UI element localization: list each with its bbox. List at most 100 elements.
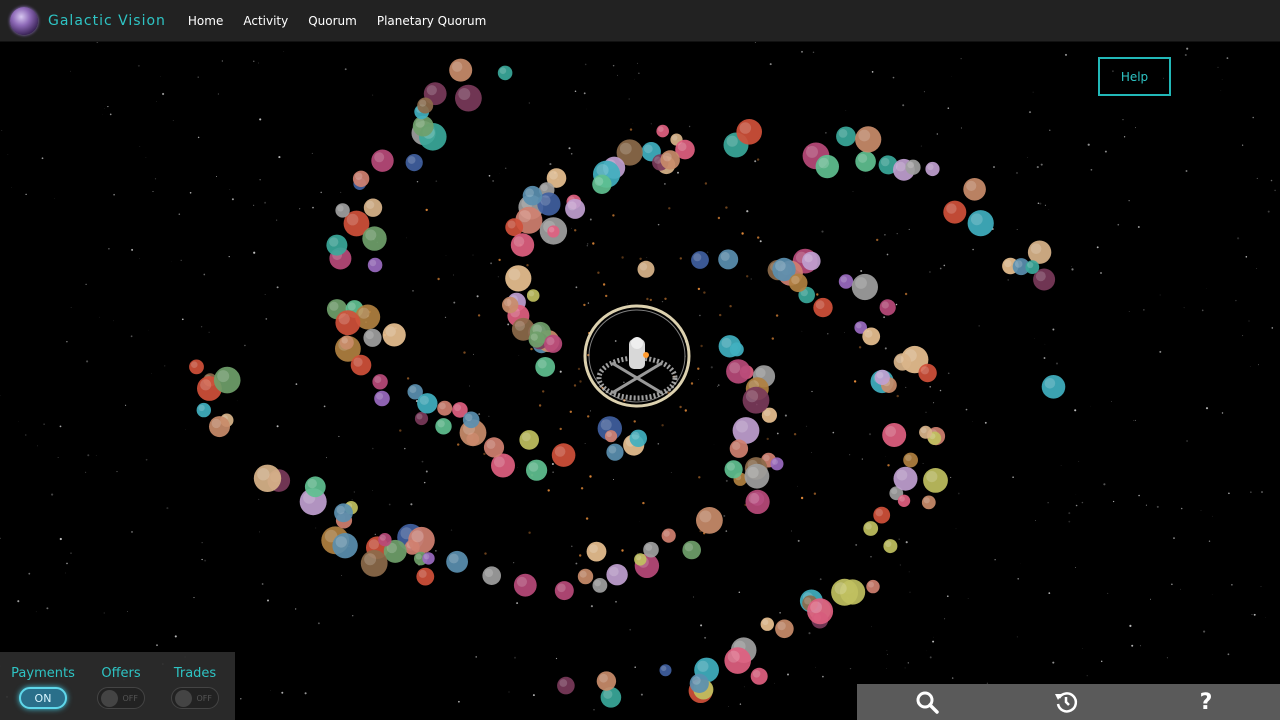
- nav-link-home[interactable]: Home: [188, 14, 223, 28]
- star: [1075, 504, 1078, 507]
- dust-particle: [766, 437, 769, 441]
- planet-highlight: [329, 237, 339, 247]
- star: [59, 537, 62, 541]
- star: [468, 385, 470, 387]
- planet-highlight: [448, 553, 459, 564]
- planet-highlight: [549, 170, 558, 180]
- planet-highlight: [875, 508, 883, 517]
- star: [130, 335, 133, 338]
- star: [1034, 519, 1036, 521]
- planet-highlight: [838, 129, 848, 138]
- payments-toggle[interactable]: ON: [19, 687, 67, 709]
- star: [1203, 630, 1206, 633]
- star: [759, 240, 762, 243]
- search-button[interactable]: [909, 688, 945, 716]
- dust-particle: [664, 297, 667, 300]
- star: [435, 550, 437, 552]
- help-button[interactable]: Help: [1098, 57, 1171, 96]
- nav-link-quorum[interactable]: Quorum: [308, 14, 357, 28]
- star: [374, 533, 376, 536]
- central-station[interactable]: [583, 304, 691, 408]
- star: [923, 91, 925, 93]
- star: [1166, 657, 1168, 659]
- dust-particle: [574, 229, 577, 232]
- star: [1267, 210, 1270, 213]
- star: [801, 330, 803, 332]
- star: [870, 556, 872, 558]
- star: [87, 454, 90, 457]
- star: [936, 133, 938, 135]
- star: [1253, 613, 1256, 616]
- star: [947, 372, 950, 375]
- offers-toggle[interactable]: OFF: [97, 687, 145, 709]
- dust-particle: [589, 475, 592, 478]
- star: [1200, 510, 1202, 511]
- history-button[interactable]: [1048, 688, 1084, 716]
- star: [453, 274, 454, 276]
- planet-highlight: [748, 492, 760, 504]
- star: [1145, 504, 1147, 506]
- trades-toggle[interactable]: OFF: [171, 687, 219, 709]
- star: [1096, 246, 1099, 249]
- star: [1028, 111, 1032, 114]
- galaxy-canvas[interactable]: [0, 41, 1280, 720]
- star: [278, 156, 281, 159]
- star: [725, 530, 728, 532]
- nav-link-activity[interactable]: Activity: [243, 14, 288, 28]
- star: [304, 692, 307, 695]
- star: [1074, 409, 1077, 412]
- star: [1212, 515, 1213, 517]
- star: [791, 530, 792, 532]
- star: [1231, 584, 1233, 586]
- star: [109, 113, 112, 116]
- star: [43, 423, 45, 425]
- payments-toggle-group: Payments ON: [8, 666, 78, 709]
- planet-highlight: [609, 566, 619, 577]
- star: [1111, 401, 1112, 402]
- star: [147, 329, 149, 331]
- star: [967, 598, 969, 599]
- star: [984, 421, 987, 424]
- star: [993, 166, 995, 168]
- planet-highlight: [358, 307, 370, 319]
- star: [476, 295, 479, 298]
- star: [629, 628, 632, 631]
- star: [1186, 440, 1189, 442]
- star: [264, 294, 266, 295]
- star: [617, 74, 618, 76]
- galaxy-scene[interactable]: [0, 41, 1280, 720]
- star: [425, 470, 428, 473]
- star: [1049, 129, 1051, 131]
- star: [950, 476, 952, 478]
- planet-highlight: [791, 275, 800, 285]
- nav-link-planetary-quorum[interactable]: Planetary Quorum: [377, 14, 486, 28]
- star: [908, 228, 910, 230]
- planet-highlight: [346, 213, 359, 226]
- dust-particle: [793, 433, 797, 436]
- star: [259, 531, 260, 533]
- offers-label: Offers: [101, 666, 141, 681]
- star: [1048, 592, 1051, 594]
- star: [1156, 505, 1159, 508]
- star: [283, 51, 285, 52]
- star: [351, 614, 354, 617]
- star: [1112, 500, 1115, 503]
- star: [559, 370, 562, 373]
- star: [886, 653, 888, 655]
- star: [904, 667, 906, 669]
- star: [1128, 200, 1130, 202]
- star: [1081, 501, 1084, 504]
- star: [200, 326, 203, 328]
- star: [416, 180, 419, 183]
- dust-particle: [573, 384, 577, 387]
- planet-highlight: [528, 462, 539, 472]
- question-button[interactable]: ?: [1188, 688, 1224, 716]
- star: [1185, 170, 1188, 172]
- star: [819, 578, 822, 581]
- star: [895, 303, 898, 306]
- dust-particle: [646, 297, 649, 301]
- star: [589, 410, 591, 412]
- galaxy-logo-icon[interactable]: [10, 6, 38, 35]
- brand-title[interactable]: Galactic Vision: [48, 13, 166, 29]
- dust-particle: [896, 394, 899, 398]
